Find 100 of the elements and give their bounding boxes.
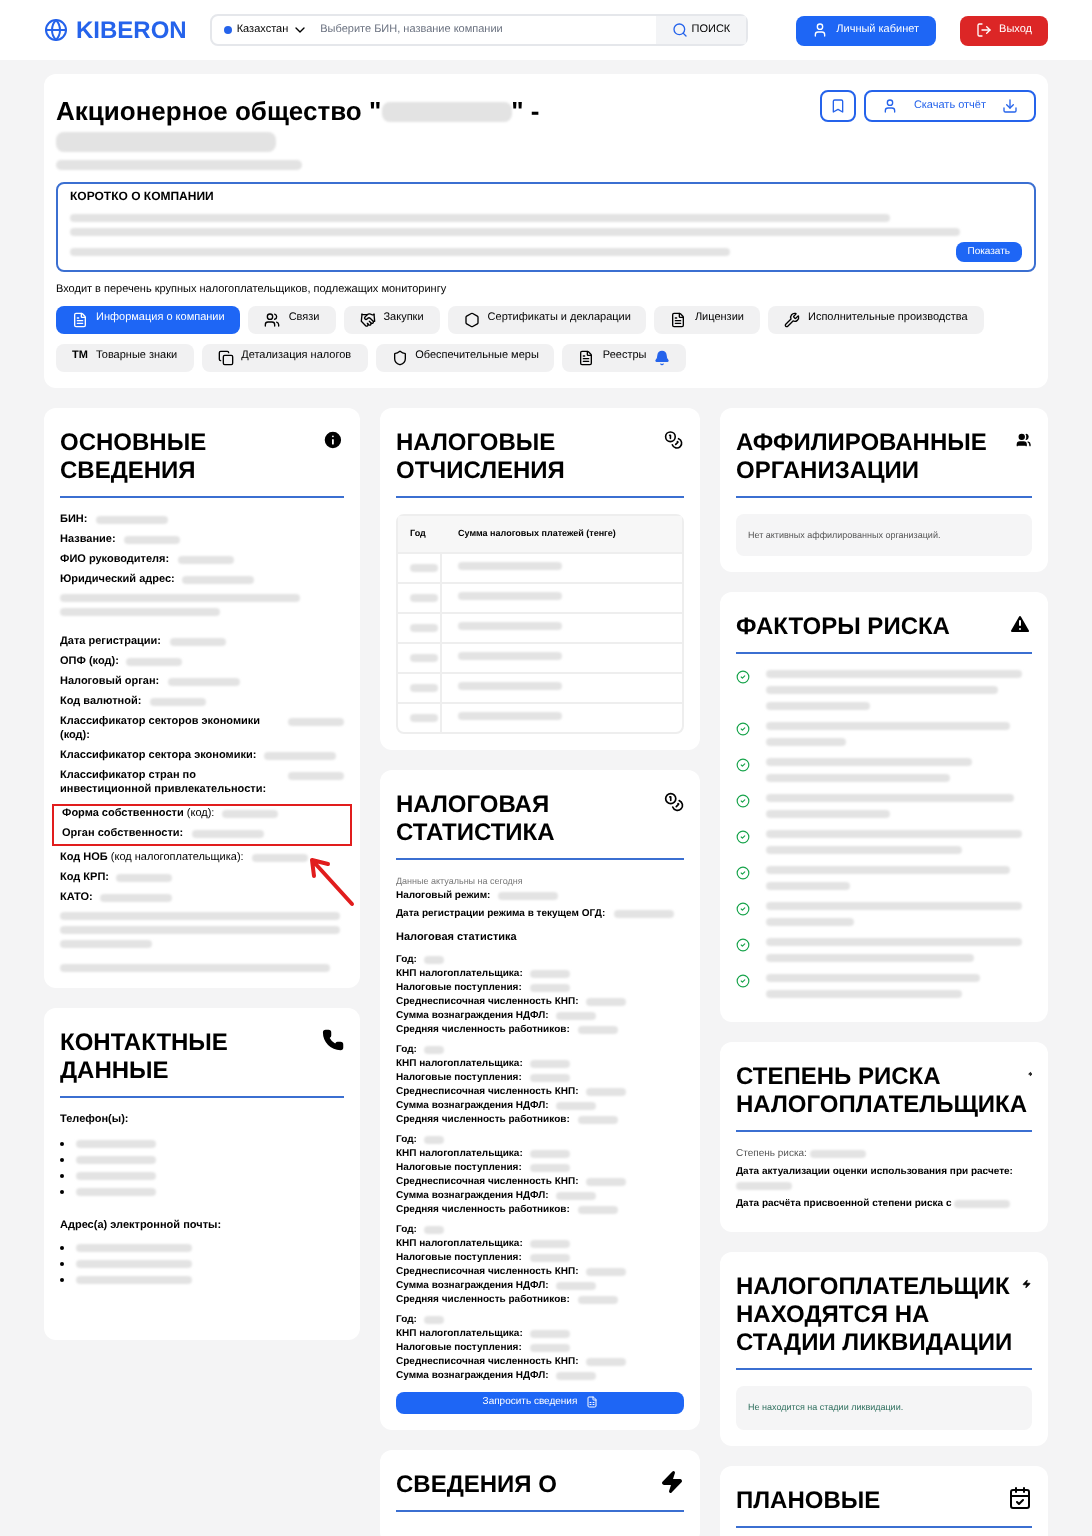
redacted-value: [556, 1102, 597, 1111]
card-title: ФАКТОРЫ РИСКА: [736, 612, 950, 641]
redacted-value: [288, 772, 344, 781]
redacted-value: [529, 1254, 570, 1263]
redacted-value: [182, 576, 255, 585]
redacted-value: [766, 882, 850, 891]
redacted-value: [424, 1316, 445, 1325]
card-title: ПЛАНОВЫЕ: [736, 1485, 881, 1514]
redacted-value: [126, 658, 183, 667]
redacted-value: [458, 562, 562, 571]
redacted-value: [167, 678, 240, 687]
document-icon: [585, 1396, 598, 1409]
card-title: КОНТАКТНЫЕ ДАННЫЕ: [60, 1027, 230, 1084]
coins-icon: [664, 427, 684, 452]
check-icon: [736, 830, 750, 845]
redacted-value: [530, 1150, 571, 1159]
redacted-value: [529, 1344, 570, 1353]
redacted-value: [222, 810, 279, 819]
redacted-value: [76, 1276, 192, 1285]
coins-icon: [663, 789, 684, 814]
redacted-value: [116, 874, 173, 883]
redacted-value: [100, 894, 173, 903]
redacted-value: [424, 1136, 445, 1145]
card-title: НАЛОГОПЛАТЕЛЬЩИК НАХОДЯТСЯ НА СТАДИИ ЛИКВИДАЦИИ: [736, 1272, 1015, 1357]
company-title: " -: [511, 98, 540, 124]
redacted-value: [530, 1330, 571, 1339]
card-title: ОСНОВНЫЕ СВЕДЕНИЯ: [60, 427, 209, 484]
redacted-value: [556, 1282, 597, 1291]
redacted-value: [177, 556, 234, 565]
redacted-value: [149, 698, 206, 707]
redacted-value: [809, 1149, 866, 1158]
users-icon: [264, 311, 281, 328]
redacted-value: [169, 638, 225, 647]
redacted-value: [529, 1164, 570, 1173]
redacted-value: [76, 1260, 192, 1269]
redacted-value: [586, 1088, 627, 1097]
user-icon: [812, 22, 829, 38]
copy-icon: [217, 349, 234, 366]
card-title: АФФИЛИРОВАННЫЕ ОРГАНИЗАЦИИ: [736, 427, 989, 484]
redacted-value: [264, 752, 337, 761]
check-icon: [736, 722, 750, 737]
redacted-value: [381, 101, 512, 121]
redacted-value: [288, 718, 344, 727]
redacted-value: [458, 622, 562, 631]
logo: KIBERON: [76, 15, 187, 45]
redacted-value: [577, 1116, 618, 1125]
redacted-value: [458, 712, 562, 721]
redacted-value: [556, 1372, 597, 1381]
redacted-value: [76, 1244, 192, 1253]
calendar-icon: [1008, 1485, 1032, 1510]
redacted-value: [530, 1060, 571, 1069]
bookmark-button[interactable]: [819, 90, 856, 122]
wrench-icon: [783, 311, 800, 328]
redacted-value: [586, 1178, 627, 1187]
document-icon: [670, 311, 687, 328]
redacted-value: [586, 1268, 627, 1277]
redacted-value: [586, 1358, 627, 1367]
redacted-value: [613, 909, 674, 918]
redacted-value: [424, 956, 445, 965]
handshake-icon: [359, 311, 376, 328]
redacted-value: [251, 854, 308, 863]
redacted-value: [458, 592, 562, 601]
redacted-value: [556, 1012, 597, 1021]
bookmark-icon: [829, 98, 846, 114]
redacted-value: [577, 1026, 618, 1035]
logout-icon: [975, 22, 992, 38]
redacted-value: [529, 1074, 570, 1083]
warning-icon: [1008, 612, 1032, 637]
caret-icon: [292, 22, 309, 38]
redacted-value: [766, 738, 846, 747]
redacted-value: [954, 1199, 1011, 1208]
logo-icon: [44, 18, 68, 42]
redacted-value: [766, 702, 870, 711]
check-icon: [736, 866, 750, 881]
redacted-value: [424, 1226, 445, 1235]
redacted-value: [95, 516, 168, 525]
check-icon: [736, 938, 750, 953]
hexagon-icon: [463, 311, 480, 328]
redacted-value: [530, 1240, 571, 1249]
redacted-value: [577, 1206, 618, 1215]
check-icon: [736, 758, 750, 773]
redacted-value: [766, 810, 890, 819]
redacted-value: [530, 970, 571, 979]
search-icon: [671, 22, 688, 38]
bell-icon: [654, 349, 671, 366]
redacted-value: [458, 652, 562, 661]
check-icon: [736, 902, 750, 917]
company-title: Акционерное общество ": [56, 98, 382, 124]
redacted-value: [736, 1181, 792, 1190]
check-icon: [736, 974, 750, 989]
redacted-value: [586, 998, 627, 1007]
redacted-value: [766, 918, 854, 927]
lightning-icon: [660, 1469, 684, 1494]
check-icon: [736, 670, 750, 685]
redacted-value: [556, 1192, 597, 1201]
phone-icon: [321, 1027, 344, 1052]
redacted-value: [458, 682, 562, 691]
card-title: СТЕПЕНЬ РИСКА НАЛОГОПЛАТЕЛЬЩИКА: [736, 1062, 1028, 1119]
download-icon: [1002, 98, 1018, 114]
card-title: НАЛОГОВЫЕ ОТЧИСЛЕНИЯ: [396, 427, 567, 484]
